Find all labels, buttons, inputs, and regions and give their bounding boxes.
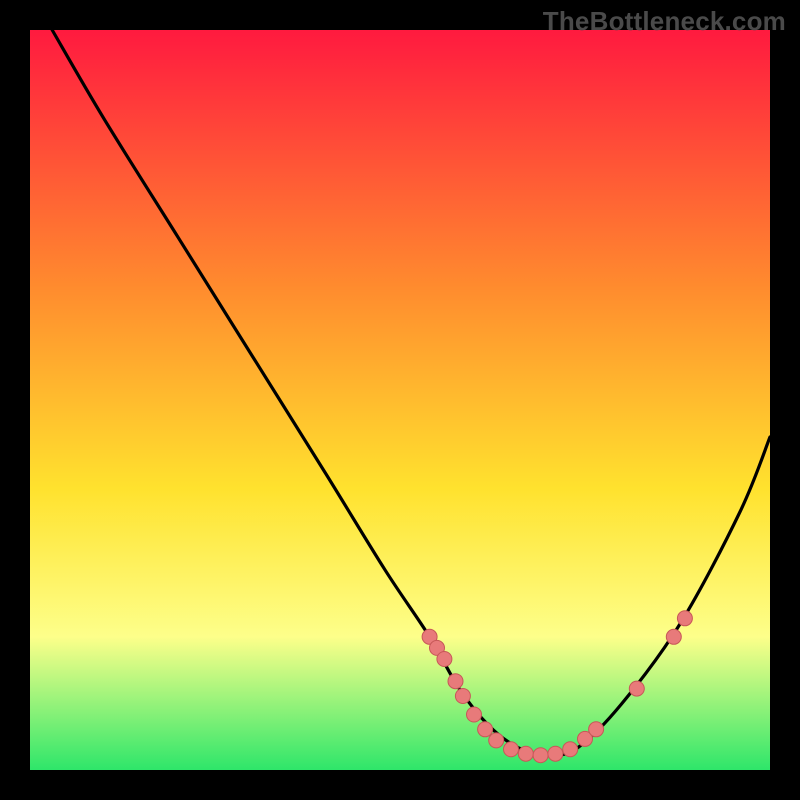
data-marker — [677, 611, 692, 626]
data-marker — [666, 629, 681, 644]
data-marker — [589, 722, 604, 737]
data-marker — [437, 652, 452, 667]
data-marker — [563, 742, 578, 757]
chart-container: TheBottleneck.com — [0, 0, 800, 800]
data-marker — [533, 748, 548, 763]
data-marker — [467, 707, 482, 722]
data-marker — [448, 674, 463, 689]
data-marker — [629, 681, 644, 696]
data-marker — [504, 742, 519, 757]
plot-background — [30, 30, 770, 770]
data-marker — [548, 746, 563, 761]
bottleneck-plot — [0, 0, 800, 800]
data-marker — [518, 746, 533, 761]
data-marker — [489, 733, 504, 748]
data-marker — [455, 689, 470, 704]
data-marker — [478, 722, 493, 737]
